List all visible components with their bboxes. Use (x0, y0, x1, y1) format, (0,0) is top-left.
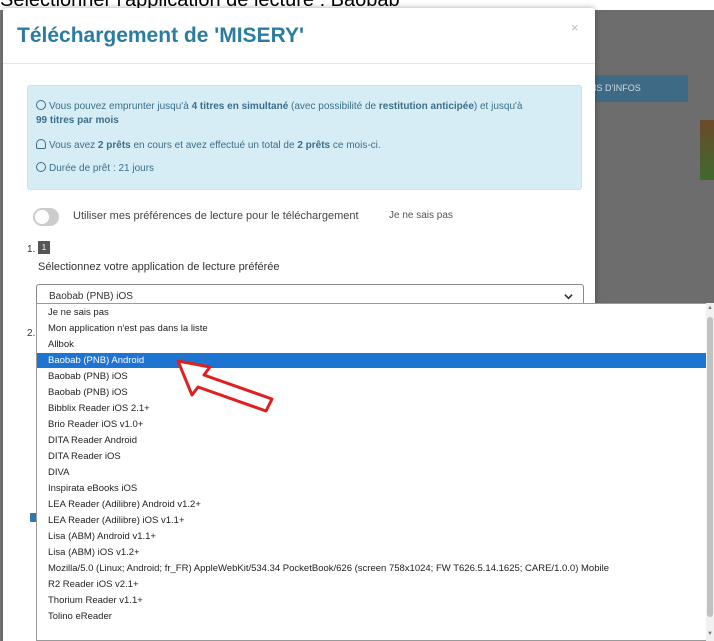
background-banner-text: IS D'INFOS (594, 83, 641, 93)
info-circle-icon (36, 100, 46, 110)
info-line-limits: Vous pouvez emprunter jusqu'à 4 titres e… (36, 100, 523, 113)
modal-divider (3, 63, 595, 64)
step1-label: Sélectionnez votre application de lectur… (38, 261, 280, 273)
dropdown-option[interactable]: Mon application n'est pas dans la liste (37, 321, 706, 336)
scrollbar-thumb[interactable] (707, 317, 713, 617)
step1-badge: 1 (38, 241, 50, 254)
dropdown-option[interactable]: LEA Reader (Adilibre) Android v1.2+ (37, 497, 706, 512)
dropdown-option[interactable]: Lisa (ABM) Android v1.1+ (37, 529, 706, 544)
scroll-up-icon[interactable]: ▲ (707, 305, 713, 311)
scroll-down-icon[interactable]: ▼ (707, 631, 713, 637)
clock-icon (36, 162, 46, 172)
dropdown-option[interactable]: Baobab (PNB) iOS (37, 369, 706, 384)
dropdown-option[interactable]: DIVA (37, 465, 706, 480)
dropdown-option[interactable]: Je ne sais pas (37, 305, 706, 320)
background-photo (700, 120, 714, 180)
dropdown-option[interactable]: Tolino eReader (37, 609, 706, 624)
dropdown-option[interactable]: DITA Reader Android (37, 433, 706, 448)
info-line-current-loans: Vous avez 2 prêts en cours et avez effec… (36, 139, 381, 152)
step1-number: 1. (27, 244, 36, 255)
dropdown-option[interactable]: Inspirata eBooks iOS (37, 481, 706, 496)
dropdown-option[interactable]: Thorium Reader v1.1+ (37, 593, 706, 608)
preferences-aside: Je ne sais pas (389, 210, 453, 221)
dropdown-option[interactable]: Bibblix Reader iOS 2.1+ (37, 401, 706, 416)
modal-title: Téléchargement de 'MISERY' (17, 24, 304, 47)
preferences-toggle[interactable] (33, 208, 59, 226)
info-line-duration: Durée de prêt : 21 jours (36, 162, 154, 175)
dropdown-scrollbar[interactable]: ▲ ▼ (706, 303, 714, 641)
dropdown-option[interactable]: R2 Reader iOS v2.1+ (37, 577, 706, 592)
dropdown-option[interactable]: Mozilla/5.0 (Linux; Android; fr_FR) Appl… (37, 561, 706, 576)
user-icon (36, 139, 46, 149)
dropdown-option[interactable]: Allbok (37, 337, 706, 352)
dropdown-option[interactable]: DITA Reader iOS (37, 449, 706, 464)
dropdown-option[interactable]: Lisa (ABM) iOS v1.2+ (37, 545, 706, 560)
reading-app-dropdown-list: Je ne sais pas Mon application n'est pas … (36, 303, 707, 641)
dropdown-option[interactable]: Baobab (PNB) iOS (37, 385, 706, 400)
close-icon[interactable]: × (571, 20, 579, 35)
preferences-toggle-label: Utiliser mes préférences de lecture pour… (73, 210, 359, 222)
chevron-down-icon (564, 294, 573, 300)
loan-info-box: Vous pouvez emprunter jusqu'à 4 titres e… (27, 85, 582, 190)
info-line-monthly: 99 titres par mois (36, 115, 119, 126)
dropdown-option[interactable]: Baobab (PNB) Android (37, 353, 706, 368)
reading-app-select-value: Baobab (PNB) iOS (49, 291, 133, 302)
step2-number: 2. (27, 328, 36, 339)
dropdown-option[interactable]: Brio Reader iOS v1.0+ (37, 417, 706, 432)
dropdown-option[interactable]: LEA Reader (Adilibre) iOS v1.1+ (37, 513, 706, 528)
red-arrow-icon (176, 359, 274, 413)
background-banner: IS D'INFOS (586, 75, 688, 102)
